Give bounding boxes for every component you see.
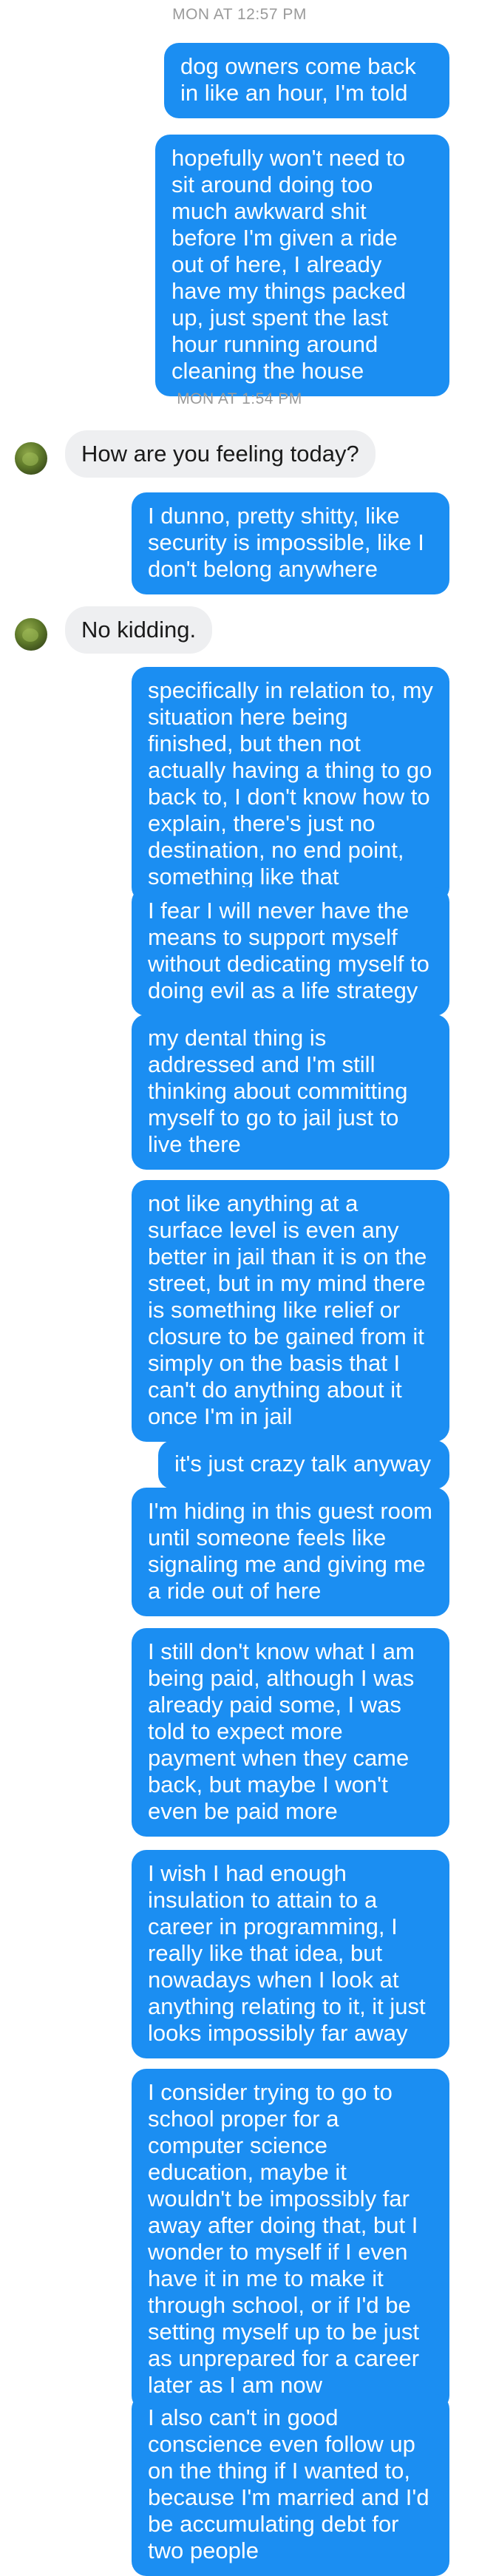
incoming-message[interactable]: No kidding. [65,606,213,654]
outgoing-message[interactable]: I still don't know what I am being paid,… [132,1628,449,1837]
outgoing-message[interactable]: dog owners come back in like an hour, I'… [164,43,449,118]
outgoing-message[interactable]: I consider trying to go to school proper… [132,2069,449,2410]
outgoing-message[interactable]: I'm hiding in this guest room until some… [132,1488,449,1616]
outgoing-message[interactable]: I fear I will never have the means to su… [132,887,449,1016]
outgoing-message[interactable]: I wish I had enough insulation to attain… [132,1850,449,2058]
outgoing-message[interactable]: I dunno, pretty shitty, like security is… [132,492,449,594]
contact-avatar[interactable] [15,618,47,651]
contact-avatar[interactable] [15,442,47,475]
timestamp: MON AT 1:54 PM [177,390,302,407]
outgoing-message[interactable]: specifically in relation to, my situatio… [132,667,449,902]
timestamp: MON AT 12:57 PM [172,6,307,23]
outgoing-message[interactable]: it's just crazy talk anyway [158,1440,449,1489]
outgoing-message[interactable]: my dental thing is addressed and I'm sti… [132,1014,449,1170]
outgoing-message[interactable]: hopefully won't need to sit around doing… [155,135,449,396]
outgoing-message[interactable]: not like anything at a surface level is … [132,1180,449,1442]
incoming-message[interactable]: How are you feeling today? [65,430,376,478]
outgoing-message[interactable]: I also can't in good conscience even fol… [132,2394,449,2576]
